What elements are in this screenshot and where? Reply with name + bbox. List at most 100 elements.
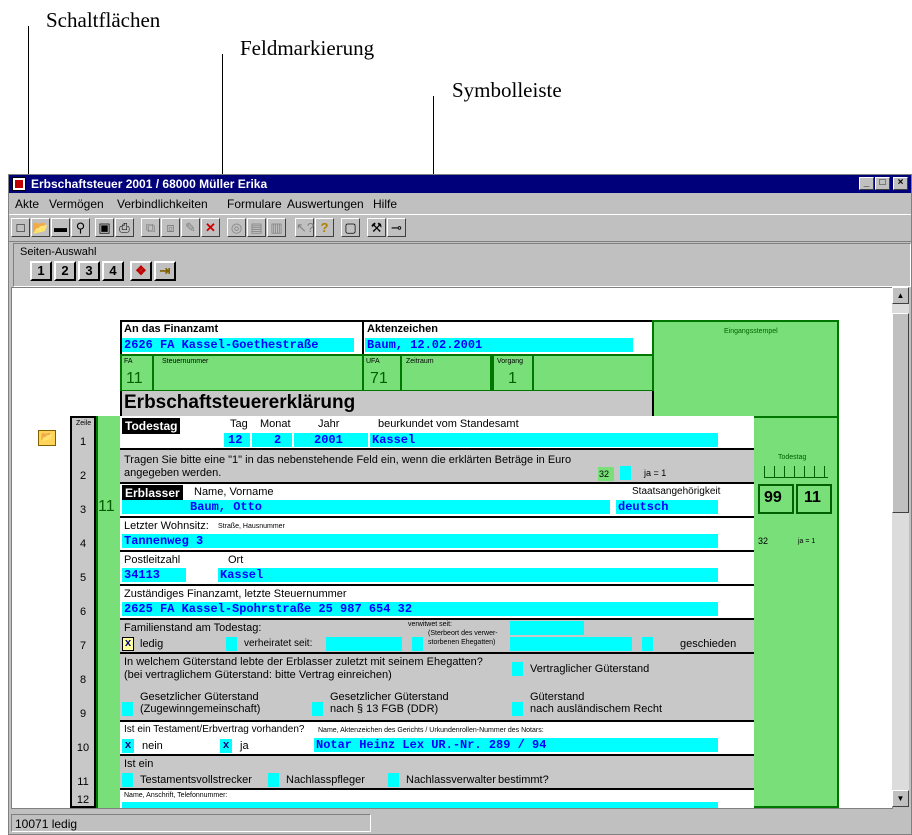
finanzamt-label: An das Finanzamt: [124, 323, 219, 335]
verwitwet-field[interactable]: [510, 621, 584, 635]
open-folder-icon[interactable]: 📂: [31, 218, 50, 237]
maximize-button[interactable]: □: [875, 177, 890, 190]
todestag-ruler: [764, 466, 828, 478]
verwitwet-checkbox[interactable]: [412, 637, 423, 651]
gesetzlich1-checkbox[interactable]: [122, 702, 133, 716]
diamond-icon[interactable]: ❖: [130, 261, 152, 281]
wohnsitz-field[interactable]: [122, 534, 718, 548]
print-icon[interactable]: ⎙: [115, 218, 134, 237]
edit-icon[interactable]: ✎: [181, 218, 200, 237]
scroll-down-icon[interactable]: ▼: [892, 790, 909, 807]
copy-icon[interactable]: ⧉: [141, 218, 160, 237]
callout-schaltflaechen: Schaltflächen: [46, 8, 161, 32]
page-button-1[interactable]: 1: [30, 261, 52, 281]
verheiratet-checkbox[interactable]: [226, 637, 237, 651]
window-icon[interactable]: ▢: [341, 218, 360, 237]
delete-icon[interactable]: ✕: [201, 218, 220, 237]
ja-checkbox[interactable]: x: [220, 739, 232, 753]
context-help-icon[interactable]: ↖?: [295, 218, 314, 237]
header-divider: [362, 320, 364, 356]
ist-ein-label: Ist ein: [124, 758, 154, 770]
nv-label: Nachlassverwalter: [406, 774, 496, 786]
page-button-3[interactable]: 3: [78, 261, 100, 281]
side-kz32: 32: [758, 536, 769, 546]
status-bar: 10071 ledig: [9, 811, 911, 834]
standesamt-value: Kassel: [372, 433, 416, 447]
geschieden-checkbox[interactable]: [642, 637, 653, 651]
erblasser-heading: Erblasser: [122, 485, 183, 501]
row-number-6: 6: [79, 606, 87, 618]
folder-icon[interactable]: ▬: [51, 218, 70, 237]
ledig-checkbox[interactable]: x: [122, 637, 134, 651]
page-button-4[interactable]: 4: [102, 261, 124, 281]
anschrift-field[interactable]: [122, 802, 718, 808]
calculate-icon[interactable]: ▥: [267, 218, 286, 237]
exit-icon[interactable]: ⇥: [154, 261, 176, 281]
new-file-icon[interactable]: □: [11, 218, 30, 237]
menu-auswertungen[interactable]: Auswertungen: [287, 197, 364, 211]
verwitwet-small1: (Sterbeort des verwer-: [428, 630, 498, 637]
jahr-label: Jahr: [318, 418, 340, 430]
ort-field[interactable]: [218, 568, 718, 582]
ledig-label: ledig: [140, 638, 164, 650]
gueterstand3-checkbox[interactable]: [512, 702, 523, 716]
tv-checkbox[interactable]: [122, 773, 133, 787]
gueterstand-question: In welchem Güterstand lebte der Erblasse…: [124, 656, 483, 668]
page-button-2[interactable]: 2: [54, 261, 76, 281]
scroll-thumb[interactable]: [892, 313, 909, 513]
paste-icon[interactable]: ⧈: [161, 218, 180, 237]
ufa-label: UFA: [366, 358, 380, 365]
tools-icon[interactable]: ⚒: [367, 218, 386, 237]
gesetzlich2-checkbox[interactable]: [312, 702, 323, 716]
row-number-1: 1: [79, 436, 87, 448]
standesamt-field[interactable]: [370, 433, 718, 447]
ja1-label: ja = 1: [644, 468, 667, 478]
erbschaft-form: An das Finanzamt 2626 FA Kassel-Goethest…: [12, 288, 892, 808]
close-button[interactable]: ×: [893, 177, 908, 190]
help-icon[interactable]: ?: [315, 218, 334, 237]
minimize-button[interactable]: _: [859, 177, 874, 190]
app-icon: [12, 177, 26, 191]
notar-value: Notar Heinz Lex UR.-Nr. 289 / 94: [316, 738, 547, 752]
nein-checkbox[interactable]: x: [122, 739, 134, 753]
eingangsstempel-label: Eingangsstempel: [724, 328, 778, 335]
menu-verbindlichkeiten[interactable]: Verbindlichkeiten: [117, 197, 208, 211]
np-checkbox[interactable]: [268, 773, 279, 787]
monat-label: Monat: [260, 418, 291, 430]
save-icon[interactable]: ▣: [95, 218, 114, 237]
table-icon[interactable]: ▤: [247, 218, 266, 237]
aktenzeichen-value: Baum, 12.02.2001: [367, 338, 483, 352]
nv-checkbox[interactable]: [388, 773, 399, 787]
bestimmt-label: bestimmt?: [498, 774, 549, 786]
plz-label: Postleitzahl: [124, 554, 181, 566]
key-icon[interactable]: ⊸: [387, 218, 406, 237]
status-text: 10071 ledig: [11, 814, 371, 832]
menu-akte[interactable]: Akte: [15, 197, 39, 211]
row-number-7: 7: [79, 640, 87, 652]
menu-formulare[interactable]: Formulare: [227, 197, 282, 211]
todestag-side-label: Todestag: [778, 454, 807, 461]
folder-open-icon[interactable]: 📂: [38, 430, 56, 446]
scroll-up-icon[interactable]: ▲: [892, 287, 909, 304]
page-selection-label: Seiten-Auswahl: [20, 246, 97, 258]
vertraglich-checkbox[interactable]: [512, 662, 523, 676]
vertical-scrollbar[interactable]: ▲ ▼: [892, 287, 909, 807]
row-number-4: 4: [79, 538, 87, 550]
page-selection: Seiten-Auswahl 1 2 3 4 ❖ ⇥: [13, 243, 911, 287]
verheiratet-field[interactable]: [326, 637, 402, 651]
standesamt-label: beurkundet vom Standesamt: [378, 418, 519, 430]
find-icon[interactable]: ⚲: [71, 218, 90, 237]
gesetzlich1-label: Gesetzlicher Güterstand: [140, 691, 259, 703]
fa-label: FA: [124, 358, 133, 365]
menu-vermoegen[interactable]: Vermögen: [49, 197, 104, 211]
row-number-11: 11: [77, 776, 89, 788]
monat-field[interactable]: [252, 433, 292, 447]
aktenzeichen-label: Aktenzeichen: [367, 323, 438, 335]
stamp-icon[interactable]: ◎: [227, 218, 246, 237]
menu-hilfe[interactable]: Hilfe: [373, 197, 397, 211]
vorgang-value: 1: [508, 370, 517, 387]
wohnsitz-label: Letzter Wohnsitz:: [124, 520, 209, 532]
menu-bar: Akte Vermögen Verbindlichkeiten Formular…: [9, 194, 911, 213]
verwitwet-place-field[interactable]: [510, 637, 632, 651]
euro-checkbox[interactable]: [620, 466, 631, 480]
